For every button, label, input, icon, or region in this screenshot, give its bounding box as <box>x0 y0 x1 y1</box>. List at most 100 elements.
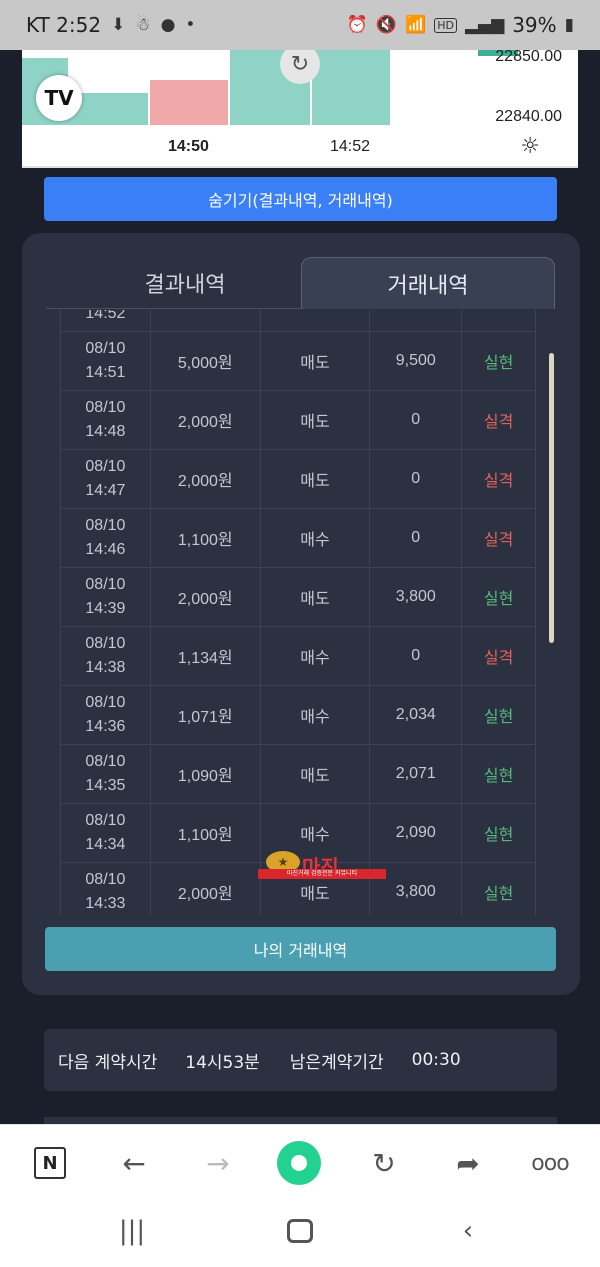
carrier-time: KT 2:52 <box>26 13 102 37</box>
trade-side: 매수 <box>259 626 371 686</box>
trade-result: 실격 <box>461 449 536 509</box>
app-notification-icon: ☃ <box>135 15 151 35</box>
trade-time: 14:46 <box>85 541 126 558</box>
mute-icon: 🔇 <box>375 15 398 35</box>
trade-time: 14:39 <box>85 600 126 617</box>
trade-value: 2,071 <box>369 744 463 804</box>
trade-value: 0 <box>369 508 463 568</box>
back-icon[interactable]: ‹ <box>450 1214 486 1248</box>
recent-apps-icon[interactable]: ||| <box>114 1214 150 1248</box>
back-arrow-icon[interactable]: ← <box>112 1141 156 1185</box>
trade-amount: 2,000원 <box>149 390 261 450</box>
refresh-icon[interactable]: ↻ <box>362 1141 406 1185</box>
trade-datetime: 08/10 14:51 <box>60 331 151 391</box>
trade-value: 9,500 <box>369 331 463 391</box>
candle <box>150 80 228 125</box>
trade-value: 2,034 <box>369 685 463 745</box>
trade-amount: 2,000원 <box>149 567 261 627</box>
tab-results[interactable]: 결과내역 <box>46 257 324 309</box>
trade-amount: 1,100원 <box>149 508 261 568</box>
trade-time: 14:33 <box>85 895 126 912</box>
watermark: ★ 마진 마진거래 검증전문 커뮤니티 <box>258 851 386 881</box>
trade-amount: 1,134원 <box>149 626 261 686</box>
trade-value: 3,800 <box>369 567 463 627</box>
chart-settings-icon[interactable]: ☼ <box>520 134 540 159</box>
trade-side: 매도 <box>259 744 371 804</box>
download-icon: ⬇ <box>111 15 126 35</box>
trade-datetime: 08/10 14:46 <box>60 508 151 568</box>
trade-amount: 1,090원 <box>149 744 261 804</box>
forward-arrow-icon[interactable]: → <box>196 1141 240 1185</box>
trade-side: 매수 <box>259 508 371 568</box>
trade-side <box>259 310 371 332</box>
table-row[interactable]: 08/10 14:47 2,000원 매도 0 실격 <box>60 449 536 509</box>
trade-date: 08/10 <box>85 340 126 357</box>
remaining-value: 00:30 <box>411 1050 461 1070</box>
trade-datetime: 08/10 14:48 <box>60 390 151 450</box>
scrollbar[interactable] <box>549 353 554 643</box>
table-row[interactable]: 08/10 14:48 2,000원 매도 0 실격 <box>60 390 536 450</box>
hide-history-button[interactable]: 숨기기(결과내역, 거래내역) <box>44 177 557 221</box>
more-icon[interactable]: ooo <box>528 1141 572 1185</box>
trade-date: 08/10 <box>85 576 126 593</box>
trade-date: 08/10 <box>85 812 126 829</box>
trade-date: 08/10 <box>85 753 126 770</box>
battery-icon: ▮ <box>564 15 574 35</box>
table-row[interactable]: 08/10 14:46 1,100원 매수 0 실격 <box>60 508 536 568</box>
trade-side: 매수 <box>259 685 371 745</box>
time-label: 14:50 <box>168 138 209 155</box>
home-icon[interactable] <box>282 1214 318 1248</box>
trade-amount <box>149 310 261 332</box>
trade-datetime: 08/10 14:35 <box>60 744 151 804</box>
trade-result: 실격 <box>461 626 536 686</box>
table-row[interactable]: 08/10 14:35 1,090원 매도 2,071 실현 <box>60 744 536 804</box>
trade-time: 14:52 <box>85 310 126 322</box>
trade-side: 매도 <box>259 390 371 450</box>
price-chart[interactable]: TV ↻ 22850.00 22840.00 14:50 14:52 ☼ <box>22 50 578 168</box>
trade-result: 실현 <box>461 862 536 915</box>
status-bar: KT 2:52 ⬇ ☃ ● • ⏰ 🔇 📶 HD ▂▄▆ 39% ▮ <box>0 0 600 50</box>
time-label: 14:52 <box>330 138 371 155</box>
home-dot-icon[interactable] <box>277 1141 321 1185</box>
next-contract-value: 14시53분 <box>185 1052 260 1073</box>
trade-date: 08/10 <box>85 871 126 888</box>
contract-info: 다음 계약시간 14시53분 남은계약기간 00:30 <box>44 1029 557 1091</box>
trade-result: 실현 <box>461 567 536 627</box>
trade-datetime: 08/10 14:39 <box>60 567 151 627</box>
trade-date: 08/10 <box>85 517 126 534</box>
my-trades-button[interactable]: 나의 거래내역 <box>45 927 556 971</box>
trade-result: 실현 <box>461 803 536 863</box>
trade-date: 08/10 <box>85 635 126 652</box>
tab-trades[interactable]: 거래내역 <box>301 257 555 309</box>
trade-datetime: 08/10 14:47 <box>60 449 151 509</box>
system-nav-bar: ||| ‹ <box>0 1200 600 1267</box>
trade-amount: 5,000원 <box>149 331 261 391</box>
table-row[interactable]: 08/10 14:39 2,000원 매도 3,800 실현 <box>60 567 536 627</box>
table-row[interactable]: 08/10 14:38 1,134원 매수 0 실격 <box>60 626 536 686</box>
trade-side: 매도 <box>259 449 371 509</box>
n-icon[interactable]: N <box>28 1141 72 1185</box>
hd-icon: HD <box>434 17 457 33</box>
candle <box>312 50 390 125</box>
tradingview-logo[interactable]: TV <box>36 75 82 121</box>
trade-time: 14:34 <box>85 836 126 853</box>
trade-time: 14:47 <box>85 482 126 499</box>
share-icon[interactable]: ➦ <box>446 1141 490 1185</box>
signal-icon: ▂▄▆ <box>464 15 505 35</box>
trade-datetime: 08/1014:52 <box>60 310 151 332</box>
trade-result: 실격 <box>461 390 536 450</box>
table-row[interactable]: 08/1014:52 <box>60 310 536 332</box>
trade-amount: 2,000원 <box>149 862 261 915</box>
trade-amount: 1,071원 <box>149 685 261 745</box>
trade-time: 14:35 <box>85 777 126 794</box>
table-row[interactable]: 08/10 14:51 5,000원 매도 9,500 실현 <box>60 331 536 391</box>
trade-time: 14:51 <box>85 364 126 381</box>
trade-datetime: 08/10 14:33 <box>60 862 151 915</box>
trade-result: 실현 <box>461 685 536 745</box>
price-label-top: 22850.00 <box>495 50 562 65</box>
trade-table[interactable]: 08/1014:5208/1014:515,000원매도9,500실현08/10… <box>60 310 536 915</box>
watermark-tagline: 마진거래 검증전문 커뮤니티 <box>258 869 386 879</box>
trade-result: 실격 <box>461 508 536 568</box>
table-row[interactable]: 08/10 14:36 1,071원 매수 2,034 실현 <box>60 685 536 745</box>
trade-result <box>461 310 536 332</box>
